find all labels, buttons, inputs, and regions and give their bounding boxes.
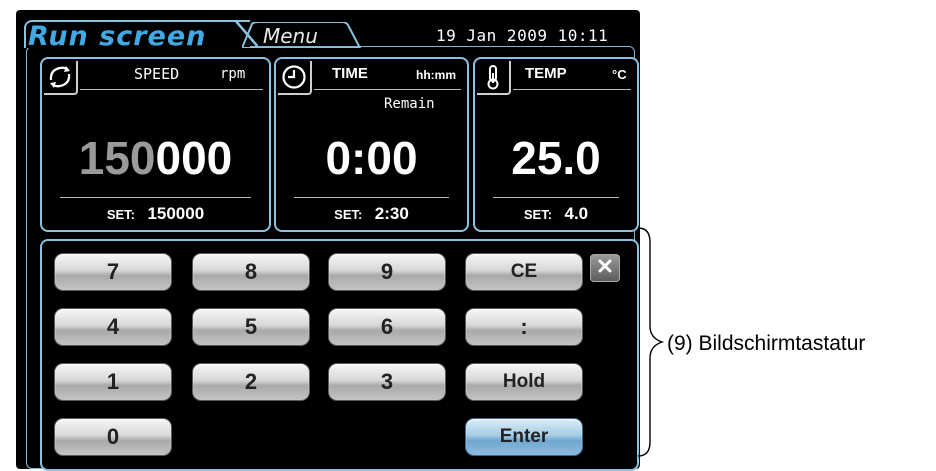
temp-set-value: 4.0: [564, 204, 589, 223]
on-screen-keypad: 7 8 9 CE 4 5 6 : 1 2 3 Hold 0 Enter: [40, 239, 639, 471]
speed-set-value: 150000: [147, 204, 205, 223]
key-4[interactable]: 4: [54, 308, 172, 346]
temp-unit: °C: [612, 67, 627, 82]
speed-unit: rpm: [220, 66, 246, 82]
key-5[interactable]: 5: [192, 308, 310, 346]
keypad-annotation-label: (9) Bildschirmtastatur: [667, 332, 866, 355]
time-title: TIME: [332, 65, 368, 82]
device-screen: Run screen Menu 19 Jan 2009 10:11 SPEED …: [16, 10, 640, 471]
temp-icon-box: [477, 61, 511, 95]
key-3[interactable]: 3: [328, 363, 446, 401]
datetime-display: 19 Jan 2009 10:11: [436, 26, 609, 45]
temp-value: 25.0: [511, 132, 601, 184]
key-2[interactable]: 2: [192, 363, 310, 401]
key-9[interactable]: 9: [328, 253, 446, 291]
temp-separator: [493, 197, 619, 198]
close-icon: [598, 259, 612, 278]
close-keypad-button[interactable]: [590, 254, 620, 282]
temp-set-row: SET: 4.0: [475, 204, 637, 224]
temp-set-label: SET:: [523, 207, 553, 222]
temp-underline: [513, 89, 631, 90]
key-6[interactable]: 6: [328, 308, 446, 346]
time-unit: hh:mm: [416, 68, 456, 82]
key-hold[interactable]: Hold: [465, 363, 583, 401]
speed-set-row: SET: 150000: [42, 204, 269, 224]
time-underline: [314, 89, 461, 90]
key-7[interactable]: 7: [54, 253, 172, 291]
keypad-brace: [636, 226, 665, 463]
time-set-label: SET:: [334, 207, 363, 222]
key-colon[interactable]: :: [465, 308, 583, 346]
time-set-row: SET: 2:30: [276, 204, 467, 224]
speed-icon-box: [44, 61, 78, 95]
time-value: 0:00: [325, 132, 418, 184]
speed-panel[interactable]: SPEED rpm 150000 SET: 150000: [40, 57, 271, 232]
time-remain-label: Remain: [384, 96, 435, 112]
tab-menu-label: Menu: [263, 24, 318, 48]
key-ce[interactable]: CE: [465, 253, 583, 291]
speed-set-label: SET:: [106, 207, 135, 222]
speed-underline: [80, 89, 263, 90]
time-icon-box: [278, 61, 312, 95]
speed-title: SPEED: [134, 65, 180, 83]
speed-value: 150000: [42, 131, 269, 185]
speed-value-leading: 150: [78, 132, 156, 184]
speed-value-trailing: 000: [155, 132, 233, 184]
key-enter[interactable]: Enter: [465, 418, 583, 456]
speed-separator: [60, 197, 251, 198]
tab-run-screen-label: Run screen: [28, 21, 207, 52]
key-8[interactable]: 8: [192, 253, 310, 291]
time-panel[interactable]: TIME hh:mm Remain 0:00 SET: 2:30: [274, 57, 469, 232]
time-set-value: 2:30: [374, 204, 409, 223]
temp-title: TEMP: [525, 65, 567, 82]
key-1[interactable]: 1: [54, 363, 172, 401]
temp-panel[interactable]: TEMP °C 25.0 SET: 4.0: [473, 57, 639, 232]
time-separator: [294, 197, 449, 198]
key-0[interactable]: 0: [54, 418, 172, 456]
